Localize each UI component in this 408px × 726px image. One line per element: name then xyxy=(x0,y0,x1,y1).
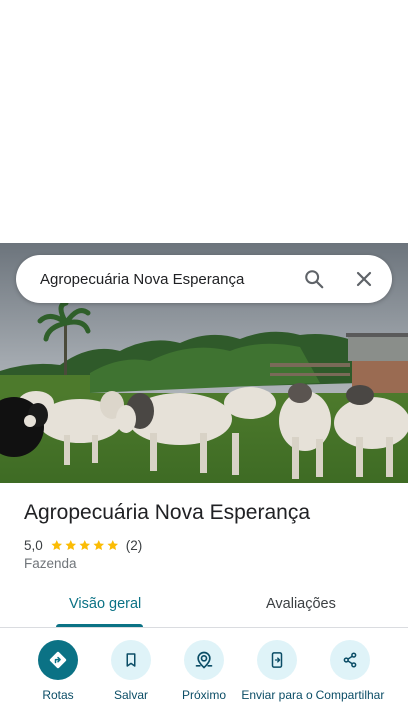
place-title: Agropecuária Nova Esperança xyxy=(24,501,311,524)
tab-bar: Visão geral Avaliações xyxy=(0,590,408,628)
map-area xyxy=(0,0,408,243)
search-bar[interactable]: Agropecuária Nova Esperança xyxy=(16,255,392,303)
save-button[interactable]: Salvar xyxy=(91,640,171,703)
search-input[interactable]: Agropecuária Nova Esperança xyxy=(40,271,244,288)
star-icon xyxy=(65,539,76,550)
share-label: Compartilhar xyxy=(315,688,385,702)
send-to-phone-label: Enviar para o xyxy=(241,688,313,702)
nearby-button[interactable]: Próximo xyxy=(164,640,244,703)
search-icon[interactable] xyxy=(300,265,328,293)
directions-icon xyxy=(38,640,78,680)
place-category: Fazenda xyxy=(24,556,77,571)
save-label: Salvar xyxy=(113,688,148,702)
tab-reviews[interactable]: Avaliações xyxy=(266,596,336,612)
star-icon xyxy=(79,539,90,550)
rating-row[interactable]: 5,0 (2) xyxy=(24,536,142,554)
nearby-label: Próximo xyxy=(181,688,226,702)
star-icon xyxy=(107,539,118,550)
nearby-icon xyxy=(184,640,224,680)
action-bar: Rotas Salvar Próximo Enviar para o Compa… xyxy=(0,640,408,726)
review-count: (2) xyxy=(125,537,143,553)
share-button[interactable]: Compartilhar xyxy=(310,640,390,703)
rating-stars xyxy=(50,539,120,552)
directions-button[interactable]: Rotas xyxy=(18,640,98,703)
tab-overview[interactable]: Visão geral xyxy=(69,596,141,612)
send-to-phone-icon xyxy=(257,640,297,680)
share-icon xyxy=(330,640,370,680)
active-tab-indicator xyxy=(56,624,143,627)
close-icon[interactable] xyxy=(350,265,378,293)
bookmark-icon xyxy=(111,640,151,680)
send-to-phone-button[interactable]: Enviar para o xyxy=(237,640,317,703)
directions-label: Rotas xyxy=(42,688,74,702)
rating-value: 5,0 xyxy=(24,537,43,553)
star-icon xyxy=(51,539,62,550)
star-icon xyxy=(93,539,104,550)
